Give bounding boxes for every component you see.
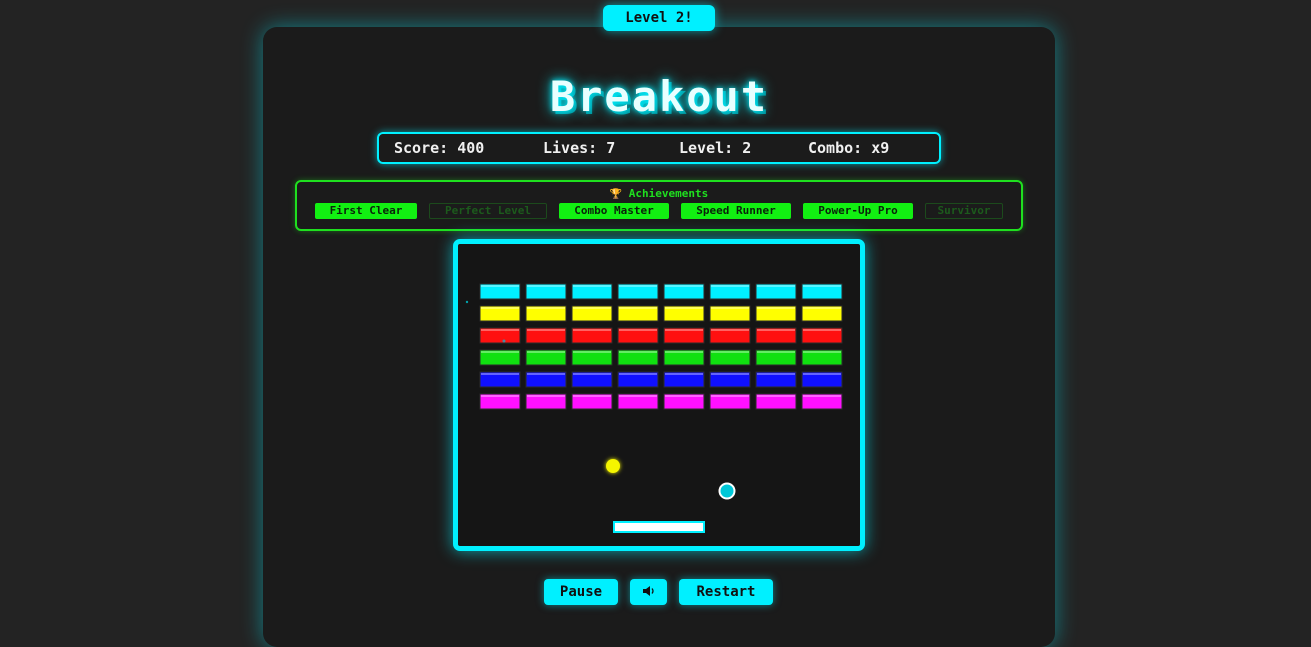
brick-highlight — [527, 285, 565, 287]
brick-highlight — [619, 307, 657, 309]
speaker-icon — [642, 586, 654, 596]
brick-highlight — [711, 329, 749, 331]
brick-highlight — [803, 373, 841, 375]
game-canvas[interactable] — [453, 239, 865, 551]
brick-highlight — [711, 395, 749, 397]
brick-highlight — [573, 373, 611, 375]
brick-highlight — [481, 307, 519, 309]
brick-highlight — [619, 329, 657, 331]
achievements-title: Achievements — [628, 187, 709, 200]
lives-display: Lives: 7 — [543, 139, 616, 157]
brick-highlight — [711, 373, 749, 375]
brick-highlight — [619, 373, 657, 375]
brick-highlight — [481, 351, 519, 353]
brick-highlight — [573, 395, 611, 397]
brick-highlight — [711, 285, 749, 287]
brick-highlight — [757, 285, 795, 287]
brick-highlight — [527, 395, 565, 397]
brick-highlight — [573, 285, 611, 287]
achievement-badge: Combo Master — [559, 203, 669, 219]
brick-highlight — [527, 307, 565, 309]
game-panel: Breakout Score: 400 Lives: 7 Level: 2 Co… — [263, 27, 1055, 647]
brick-highlight — [619, 351, 657, 353]
achievement-badge: Power-Up Pro — [803, 203, 913, 219]
game-board — [465, 283, 843, 533]
brick-highlight — [757, 373, 795, 375]
brick-highlight — [619, 395, 657, 397]
game-title: Breakout — [549, 72, 769, 121]
stats-bar: Score: 400 Lives: 7 Level: 2 Combo: x9 — [377, 132, 941, 164]
level-display: Level: 2 — [679, 139, 752, 157]
brick-highlight — [481, 373, 519, 375]
brick-highlight — [665, 329, 703, 331]
brick-highlight — [665, 395, 703, 397]
brick-highlight — [481, 285, 519, 287]
brick-highlight — [527, 373, 565, 375]
brick-highlight — [665, 285, 703, 287]
brick-highlight — [803, 329, 841, 331]
brick-highlight — [619, 285, 657, 287]
brick-highlight — [803, 285, 841, 287]
achievements-header: 🏆 Achievements — [297, 187, 1021, 200]
brick-highlight — [757, 329, 795, 331]
brick-highlight — [665, 373, 703, 375]
brick-highlight — [527, 329, 565, 331]
particle — [465, 300, 469, 304]
brick-highlight — [481, 329, 519, 331]
score-display: Score: 400 — [394, 139, 485, 157]
achievement-badge: Perfect Level — [429, 203, 547, 219]
brick-highlight — [757, 395, 795, 397]
brick-highlight — [665, 307, 703, 309]
brick-highlight — [481, 395, 519, 397]
brick-highlight — [665, 351, 703, 353]
brick-highlight — [757, 307, 795, 309]
brick-highlight — [527, 351, 565, 353]
achievement-badge: Speed Runner — [681, 203, 791, 219]
level-up-toast: Level 2! — [603, 5, 715, 31]
powerup-capsule — [718, 482, 736, 500]
brick-highlight — [573, 307, 611, 309]
brick-highlight — [573, 351, 611, 353]
brick-highlight — [803, 307, 841, 309]
brick-highlight — [573, 329, 611, 331]
achievement-badge: First Clear — [315, 203, 417, 219]
paddle[interactable] — [613, 521, 705, 533]
achievements-panel: 🏆 Achievements First Clear Perfect Level… — [295, 180, 1023, 231]
brick-highlight — [711, 307, 749, 309]
brick-highlight — [803, 351, 841, 353]
brick-highlight — [757, 351, 795, 353]
brick-highlight — [711, 351, 749, 353]
sound-toggle-button[interactable] — [630, 579, 667, 605]
pause-button[interactable]: Pause — [544, 579, 618, 605]
ball — [606, 459, 620, 473]
trophy-icon: 🏆 — [609, 189, 623, 200]
brick-highlight — [803, 395, 841, 397]
achievement-badge: Survivor — [925, 203, 1003, 219]
combo-display: Combo: x9 — [808, 139, 890, 157]
restart-button[interactable]: Restart — [679, 579, 773, 605]
particle — [502, 339, 506, 343]
